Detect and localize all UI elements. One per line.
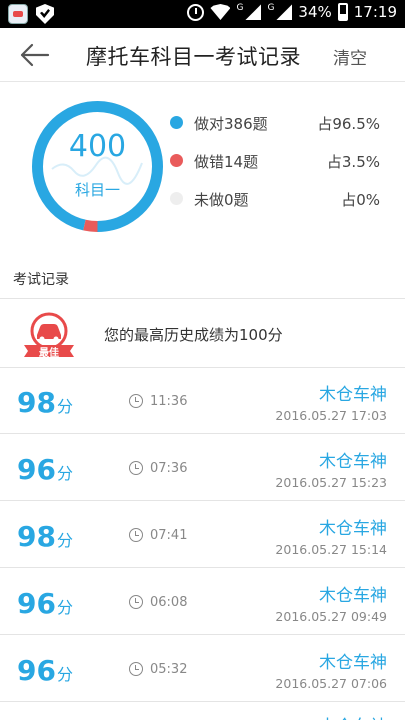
- unanswered-dot-icon: [170, 192, 183, 205]
- legend-unanswered-pct: 占0%: [341, 191, 380, 209]
- donut-chart: 400 科目一: [30, 99, 165, 234]
- network-type-1: G: [236, 3, 244, 13]
- signal-icon: [276, 4, 293, 20]
- record-user: 木仓车神: [319, 385, 387, 405]
- correct-dot-icon: [170, 116, 183, 129]
- alarm-icon: [187, 3, 205, 21]
- records-section-title: 考试记录: [13, 272, 69, 288]
- record-duration: 07:36: [150, 461, 188, 476]
- record-user: 木仓车神: [319, 519, 387, 539]
- record-row[interactable]: 98分 11:36 木仓车神 2016.05.27 17:03: [0, 368, 405, 434]
- record-date: 2016.05.27 07:06: [275, 676, 387, 691]
- clock-icon: [129, 595, 143, 609]
- app-header: 摩托车科目一考试记录 清空: [0, 28, 405, 82]
- network-type-2: G: [267, 3, 275, 13]
- legend-wrong-label: 做错14题: [194, 153, 259, 171]
- record-row[interactable]: 98分 07:41 木仓车神 2016.05.27 15:14: [0, 502, 405, 568]
- record-score: 96分: [17, 654, 73, 687]
- record-score: 98分: [17, 520, 73, 553]
- record-score-unit: 分: [56, 665, 73, 684]
- wrong-dot-icon: [170, 154, 183, 167]
- record-duration: 05:32: [150, 662, 188, 677]
- status-bar-notifications: [8, 4, 54, 24]
- wifi-icon: [210, 4, 231, 20]
- legend-unanswered-label: 未做0题: [194, 191, 249, 209]
- app-icon: [8, 4, 28, 24]
- record-row[interactable]: 96分 07:36 木仓车神 2016.05.27 15:23: [0, 435, 405, 501]
- record-score-value: 98: [17, 520, 56, 553]
- record-score: 98分: [17, 386, 73, 419]
- record-user: 木仓车神: [319, 586, 387, 606]
- record-score-value: 96: [17, 587, 56, 620]
- record-score-unit: 分: [56, 531, 73, 550]
- clock-time: 17:19: [353, 3, 397, 21]
- status-bar-system: G G 34% 17:19: [187, 3, 397, 21]
- total-questions: 400: [68, 129, 127, 164]
- legend-correct-label: 做对386题: [194, 115, 268, 133]
- record-duration: 07:41: [150, 528, 188, 543]
- record-user: 木仓车神: [319, 452, 387, 472]
- back-button[interactable]: [18, 40, 52, 70]
- record-score-unit: 分: [56, 397, 73, 416]
- battery-icon: [337, 3, 348, 21]
- record-score-unit: 分: [56, 598, 73, 617]
- clear-button[interactable]: 清空: [333, 44, 367, 69]
- legend-correct-pct: 占96.5%: [317, 115, 380, 133]
- record-user: 木仓车神: [319, 712, 387, 720]
- donut-svg: [31, 100, 163, 232]
- record-row[interactable]: 96分 05:32 木仓车神 2016.05.27 07:06: [0, 636, 405, 702]
- correct-arc: [31, 100, 163, 232]
- record-score-value: 96: [17, 453, 56, 486]
- record-date: 2016.05.27 15:14: [275, 542, 387, 557]
- record-date: 2016.05.27 17:03: [275, 408, 387, 423]
- best-score-row: 最佳 您的最高历史成绩为100分: [0, 299, 405, 367]
- signal-icon: [245, 4, 262, 20]
- clock-icon: [129, 461, 143, 475]
- best-badge-label: 最佳: [39, 348, 59, 359]
- record-row-partial[interactable]: 木仓车神: [0, 703, 405, 720]
- record-score-value: 96: [17, 654, 56, 687]
- clock-icon: [129, 528, 143, 542]
- score-summary: 400 科目一 做对386题 占96.5% 做错14题 占3.5% 未做0题 占…: [0, 83, 405, 253]
- record-date: 2016.05.27 15:23: [275, 475, 387, 490]
- best-badge: 最佳: [22, 311, 76, 359]
- record-score: 96分: [17, 453, 73, 486]
- record-score: 96分: [17, 587, 73, 620]
- record-date: 2016.05.27 09:49: [275, 609, 387, 624]
- subject-label: 科目一: [74, 181, 120, 199]
- legend-wrong-pct: 占3.5%: [326, 153, 380, 171]
- record-row[interactable]: 96分 06:08 木仓车神 2016.05.27 09:49: [0, 569, 405, 635]
- page-title: 摩托车科目一考试记录: [86, 45, 301, 69]
- legend-correct: 做对386题 占96.5%: [170, 112, 390, 134]
- record-user: 木仓车神: [319, 653, 387, 673]
- clock-icon: [129, 662, 143, 676]
- record-duration: 11:36: [150, 394, 188, 409]
- record-score-value: 98: [17, 386, 56, 419]
- battery-percent: 34%: [298, 3, 332, 21]
- shield-check-icon: [36, 4, 54, 24]
- record-duration: 06:08: [150, 595, 188, 610]
- status-bar: G G 34% 17:19: [0, 0, 405, 28]
- legend-wrong: 做错14题 占3.5%: [170, 150, 390, 172]
- arrow-left-icon: [20, 43, 50, 67]
- legend-unanswered: 未做0题 占0%: [170, 188, 390, 210]
- record-score-unit: 分: [56, 464, 73, 483]
- best-score-text: 您的最高历史成绩为100分: [104, 326, 283, 344]
- clock-icon: [129, 394, 143, 408]
